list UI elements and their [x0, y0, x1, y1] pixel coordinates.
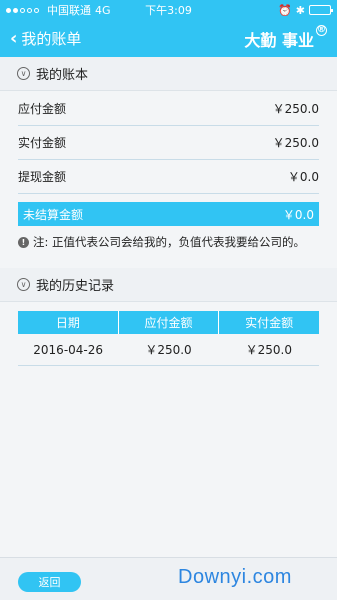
payable-label: 应付金额: [18, 102, 67, 116]
unsettled-row: 未结算金额 ￥0.0: [18, 202, 319, 226]
carrier-label: 中国联通: [47, 4, 91, 17]
history-table-header: 日期 应付金额 实付金额: [18, 311, 319, 334]
watermark: Downyi.com: [178, 566, 292, 588]
column-header-payable: 应付金额: [119, 311, 220, 334]
bill-section-title: 我的账本: [36, 68, 89, 83]
chevron-down-circle-icon: ∨: [17, 278, 30, 291]
status-left: 中国联通 4G: [6, 2, 111, 18]
cell-paid: ￥250.0: [245, 343, 292, 357]
nav-title: 我的账单: [21, 30, 82, 48]
unsettled-value: ￥0.0: [282, 207, 314, 222]
paid-label: 实付金额: [18, 136, 67, 150]
history-table: 日期 应付金额 实付金额 2016-04-26 ￥250.0 ￥250.0: [18, 311, 319, 366]
withdrawal-value: ￥0.0: [287, 170, 319, 184]
column-header-paid: 实付金额: [245, 316, 294, 330]
withdrawal-label: 提现金额: [18, 170, 67, 184]
history-section-header[interactable]: ∨ 我的历史记录: [0, 268, 337, 302]
unsettled-label: 未结算金额: [23, 207, 84, 222]
chevron-down-circle-icon: ∨: [17, 67, 30, 80]
nav-bar: ‹ 我的账单 大勤 事业 ®: [0, 20, 337, 57]
network-label: 4G: [95, 3, 111, 17]
registered-mark-icon: ®: [316, 24, 327, 36]
paid-row: 实付金额 ￥250.0: [18, 126, 319, 160]
brand-logo: 大勤 事业 ®: [244, 24, 327, 51]
paid-value: ￥250.0: [272, 136, 319, 150]
column-header-date: 日期: [18, 311, 119, 334]
bottom-bar: 返回 Downyi.com: [0, 557, 337, 600]
back-nav-button[interactable]: ‹ 我的账单: [10, 28, 81, 49]
status-right: ⏰ ✱: [278, 3, 333, 17]
note: ! 注: 正值代表公司会给我的，负值代表我要给公司的。: [18, 234, 323, 250]
brand-text: 大勤 事业: [244, 30, 314, 50]
signal-dots-icon: [6, 7, 39, 13]
cell-date: 2016-04-26: [33, 342, 104, 357]
history-section-title: 我的历史记录: [36, 279, 115, 294]
note-text: 注: 正值代表公司会给我的，负值代表我要给公司的。: [33, 235, 306, 249]
info-icon: !: [18, 236, 29, 248]
battery-icon: [309, 5, 333, 15]
chevron-left-icon: ‹: [10, 27, 18, 49]
withdrawal-row: 提现金额 ￥0.0: [18, 160, 319, 194]
payable-row: 应付金额 ￥250.0: [18, 92, 319, 126]
table-row: 2016-04-26 ￥250.0 ￥250.0: [18, 334, 319, 366]
payable-value: ￥250.0: [272, 102, 319, 116]
back-button[interactable]: 返回: [18, 572, 81, 592]
alarm-icon: ⏰: [278, 3, 292, 17]
bill-section-header[interactable]: ∨ 我的账本: [0, 57, 337, 91]
cell-payable: ￥250.0: [145, 343, 192, 357]
status-bar: 中国联通 4G 下午3:09 ⏰ ✱: [0, 0, 337, 20]
bluetooth-icon: ✱: [295, 3, 305, 17]
